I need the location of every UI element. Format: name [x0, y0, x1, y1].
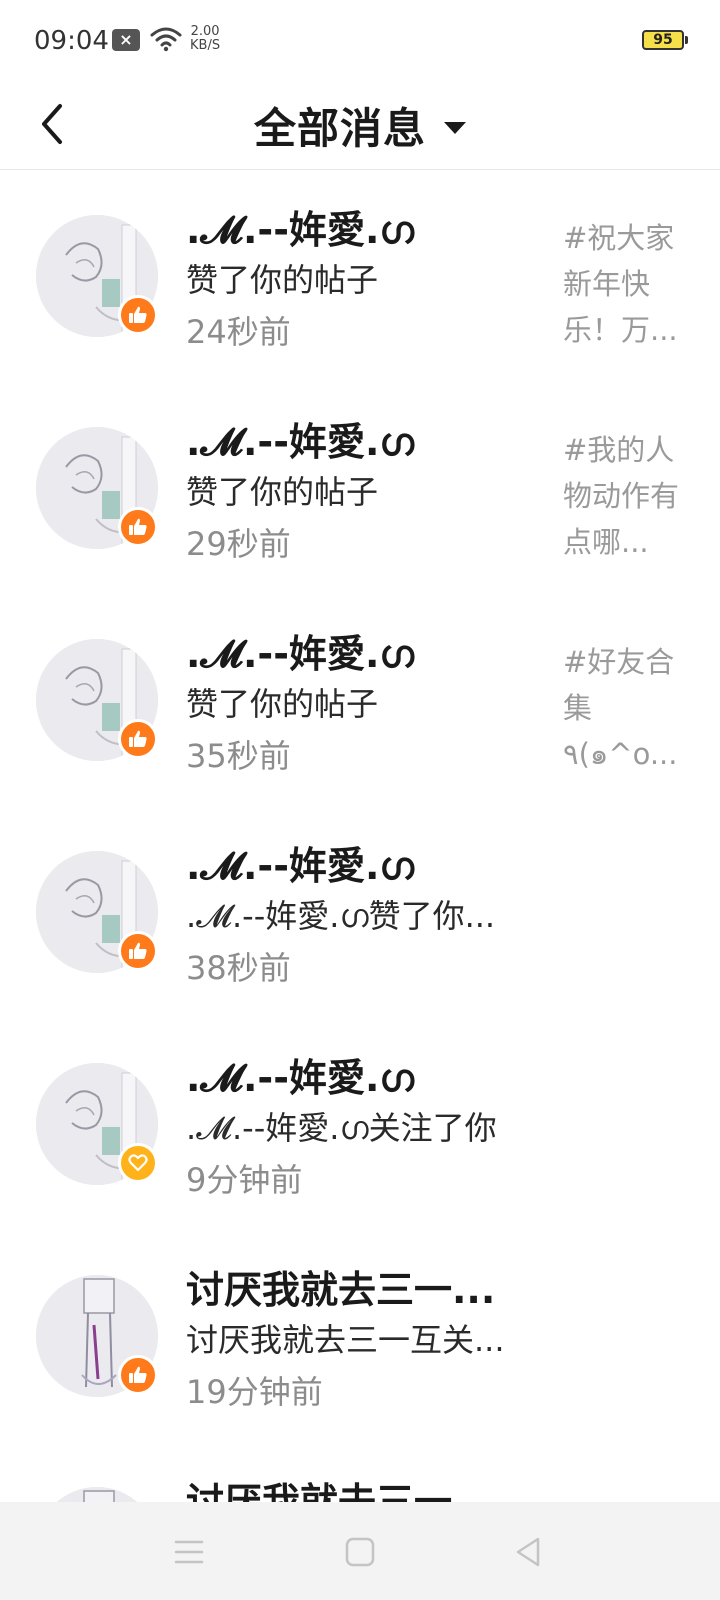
message-action: 赞了你的帖子 [186, 685, 379, 723]
status-time: 09:04 [34, 26, 109, 56]
sender-name: .𝓜.--姩愛.ഗ [186, 208, 414, 252]
status-bar: 09:04 × 2.00 KB/S 95 [0, 0, 720, 80]
message-item[interactable]: .𝓜.--姩愛.ഗ .𝓜.--姩愛.ഗ赞了你... 38秒前 [0, 807, 720, 1019]
message-time: 9分钟前 [186, 1161, 303, 1199]
network-speed-value: 2.00 [190, 24, 220, 39]
thumbs-up-icon [129, 306, 147, 323]
thumbs-up-icon [129, 730, 147, 747]
post-preview[interactable]: #祝大家新年快乐！万... [563, 215, 693, 353]
message-action: .𝓜.--姩愛.ഗ赞了你... [186, 897, 496, 935]
caret-down-icon [444, 122, 466, 134]
wifi-icon [150, 27, 182, 52]
message-action: .𝓜.--姩愛.ഗ关注了你 [186, 1109, 497, 1147]
message-list: .𝓜.--姩愛.ഗ 赞了你的帖子 24秒前 #祝大家新年快乐！万... .𝓜.-… [0, 171, 720, 1600]
message-item[interactable]: .𝓜.--姩愛.ഗ 赞了你的帖子 24秒前 #祝大家新年快乐！万... [0, 171, 720, 383]
like-badge [118, 931, 158, 971]
like-badge [118, 719, 158, 759]
network-speed-unit: KB/S [190, 38, 221, 53]
post-preview[interactable]: #我的人物动作有点哪... [563, 427, 693, 565]
message-item[interactable]: .𝓜.--姩愛.ഗ 赞了你的帖子 29秒前 #我的人物动作有点哪... [0, 383, 720, 595]
message-time: 29秒前 [186, 525, 291, 563]
follow-badge [118, 1143, 158, 1183]
battery-nub [685, 36, 688, 44]
home-square-icon[interactable] [343, 1536, 377, 1568]
message-item[interactable]: 讨厌我就去三一... 讨厌我就去三一互关... 19分钟前 [0, 1231, 720, 1443]
message-action: 赞了你的帖子 [186, 261, 379, 299]
sender-name: .𝓜.--姩愛.ഗ [186, 844, 414, 888]
network-speed: 2.00 KB/S [190, 25, 220, 53]
message-time: 38秒前 [186, 949, 291, 987]
header: 全部消息 [0, 80, 720, 170]
sender-name: .𝓜.--姩愛.ഗ [186, 1056, 414, 1100]
message-time: 24秒前 [186, 313, 291, 351]
message-item[interactable]: .𝓜.--姩愛.ഗ 赞了你的帖子 35秒前 #好友合集٩(๑^o... [0, 595, 720, 807]
title-dropdown[interactable]: 全部消息 [0, 80, 720, 170]
battery-icon: 95 [642, 30, 684, 50]
message-action: 讨厌我就去三一互关... [186, 1321, 505, 1359]
back-triangle-icon[interactable] [512, 1536, 546, 1568]
menu-icon[interactable] [172, 1536, 206, 1568]
like-badge [118, 1355, 158, 1395]
sender-name: .𝓜.--姩愛.ഗ [186, 420, 414, 464]
message-action: 赞了你的帖子 [186, 473, 379, 511]
system-nav-bar [0, 1502, 720, 1600]
sender-name: .𝓜.--姩愛.ഗ [186, 632, 414, 676]
post-preview[interactable]: #好友合集٩(๑^o... [563, 639, 693, 777]
thumbs-up-icon [129, 518, 147, 535]
like-badge [118, 295, 158, 335]
heart-icon [128, 1154, 148, 1172]
like-badge [118, 507, 158, 547]
sender-name: 讨厌我就去三一... [186, 1268, 496, 1312]
message-time: 35秒前 [186, 737, 291, 775]
thumbs-up-icon [129, 942, 147, 959]
message-time: 19分钟前 [186, 1373, 323, 1411]
thumbs-up-icon [129, 1366, 147, 1383]
notification-close-icon: × [112, 29, 140, 51]
message-item[interactable]: .𝓜.--姩愛.ഗ .𝓜.--姩愛.ഗ关注了你 9分钟前 [0, 1019, 720, 1231]
page-title: 全部消息 [253, 103, 426, 153]
